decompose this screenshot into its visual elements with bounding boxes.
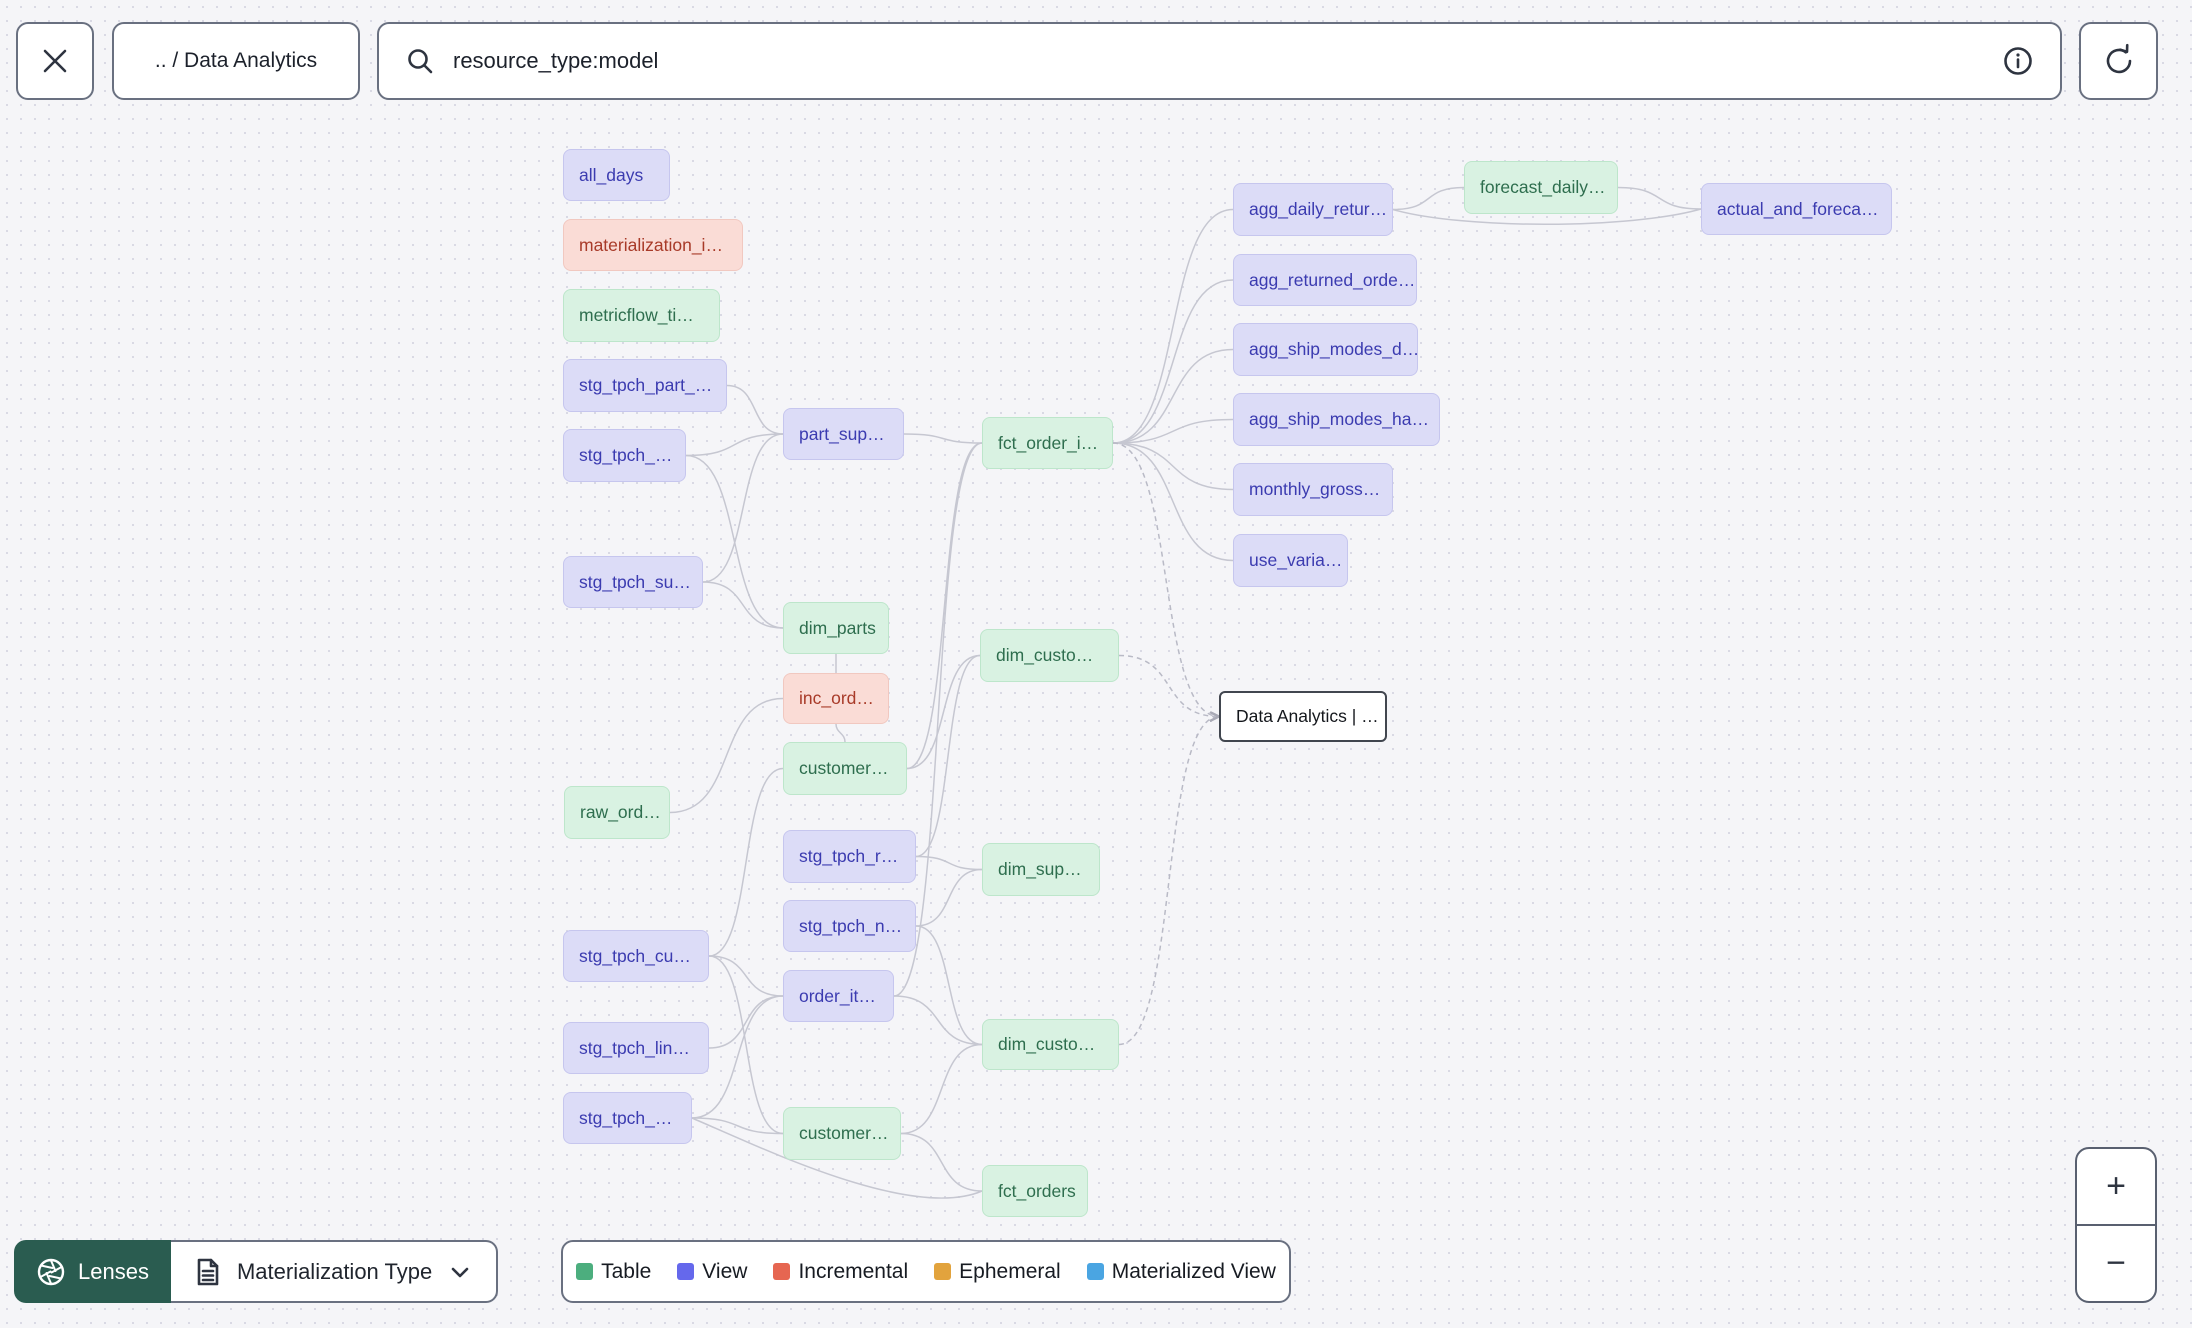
edge-stg_tpch_su-to-dim_parts (702, 581, 784, 629)
legend-swatch (677, 1263, 695, 1280)
graph-node-monthly_gross[interactable]: monthly_gross… (1233, 463, 1393, 516)
graph-node-data_analytics[interactable]: Data Analytics | … (1219, 691, 1387, 742)
graph-node-stg_tpch_lin[interactable]: stg_tpch_lin… (563, 1022, 709, 1074)
graph-node-customer_b[interactable]: customer… (783, 1107, 901, 1160)
graph-node-stg_tpch_n[interactable]: stg_tpch_n… (783, 900, 916, 952)
edge-dim_customers_a-to-data_analytics (1118, 654, 1219, 717)
graph-node-agg_ship_modes_ha[interactable]: agg_ship_modes_ha… (1233, 393, 1440, 446)
lens-selector-dropdown[interactable]: Materialization Type (170, 1240, 499, 1303)
edge-customer_b-to-fct_orders (900, 1132, 983, 1192)
graph-node-agg_daily_returns[interactable]: agg_daily_retur… (1233, 183, 1393, 236)
graph-node-dim_suppliers[interactable]: dim_sup… (982, 843, 1100, 896)
graph-node-stg_tpch_a[interactable]: stg_tpch_… (563, 429, 686, 482)
edge-raw_orders-to-inc_orders (669, 697, 784, 814)
zoom-controls: + − (2075, 1147, 2157, 1303)
graph-node-raw_orders[interactable]: raw_ord… (564, 786, 670, 839)
edge-stg_tpch_part-to-part_sup (726, 384, 784, 435)
graph-node-fct_orders[interactable]: fct_orders (982, 1165, 1088, 1217)
graph-node-metricflow_ti[interactable]: metricflow_ti… (563, 289, 720, 342)
lenses-label: Lenses (78, 1258, 149, 1284)
graph-node-dim_parts[interactable]: dim_parts (783, 602, 889, 654)
graph-node-stg_tpch_su[interactable]: stg_tpch_su… (563, 556, 703, 608)
legend-item-table: Table (576, 1260, 651, 1284)
lens-control: Lenses Materialization Type (14, 1240, 499, 1303)
legend-swatch (1086, 1263, 1104, 1280)
graph-node-forecast_daily[interactable]: forecast_daily… (1464, 161, 1618, 214)
graph-node-stg_tpch_b[interactable]: stg_tpch_… (563, 1092, 692, 1144)
edge-fct_order_items-to-agg_daily_returns (1112, 208, 1234, 444)
edge-fct_order_items-to-agg_returned_orders (1112, 279, 1234, 444)
legend-swatch (576, 1263, 594, 1280)
graph-node-all_days[interactable]: all_days (563, 149, 670, 201)
edge-stg_tpch_r-to-dim_suppliers (915, 855, 983, 871)
edge-stg_tpch_a-to-part_sup (685, 433, 784, 457)
legend-swatch (773, 1263, 791, 1280)
legend-item-ephemeral: Ephemeral (934, 1260, 1061, 1284)
graph-node-actual_and_forecast[interactable]: actual_and_foreca… (1701, 183, 1892, 235)
graph-node-stg_tpch_r[interactable]: stg_tpch_r… (783, 830, 916, 883)
graph-node-agg_ship_modes_d[interactable]: agg_ship_modes_d… (1233, 323, 1418, 376)
edge-stg_tpch_cu-to-order_items (708, 955, 784, 997)
edge-stg_tpch_cu-to-customer_b (708, 955, 784, 1135)
edge-stg_tpch_cu-to-customer_a (708, 767, 784, 957)
graph-node-agg_returned_orders[interactable]: agg_returned_orde… (1233, 254, 1417, 306)
graph-node-dim_customers_b[interactable]: dim_custo… (982, 1019, 1119, 1070)
edge-fct_order_items-to-monthly_gross (1112, 442, 1234, 491)
edge-customer_b-to-dim_customers_b (900, 1043, 983, 1135)
graph-node-part_sup[interactable]: part_sup… (783, 408, 904, 460)
graph-node-inc_orders[interactable]: inc_ord… (783, 673, 889, 724)
edge-inc_orders-to-customer_a (835, 723, 846, 743)
legend-label: Incremental (798, 1259, 909, 1283)
graph-node-fct_order_items[interactable]: fct_order_i… (982, 417, 1113, 469)
edge-customer_a-to-fct_order_items (906, 442, 983, 770)
legend-label: Table (601, 1259, 652, 1283)
materialization-legend: Table View Incremental Ephemeral Materialize… (561, 1240, 1291, 1303)
lenses-aperture-icon (37, 1258, 65, 1285)
legend-item-materialized-view: Materialized View (1086, 1259, 1276, 1284)
edge-dim_customers_b-to-data_analytics (1118, 717, 1219, 1046)
edge-order_items-to-dim_customers_b (893, 995, 983, 1046)
zoom-in-button[interactable]: + (2077, 1149, 2155, 1226)
document-icon (197, 1258, 219, 1285)
edge-customer_a-to-dim_customers_a (906, 654, 981, 770)
edge-fct_order_items-to-use_varia (1112, 442, 1234, 562)
edge-stg_tpch_r-to-dim_customers_a (915, 654, 981, 858)
legend-item-view: View (677, 1260, 747, 1284)
edge-stg_tpch_lin-to-order_items (708, 995, 784, 1049)
edge-fct_order_items-to-data_analytics (1112, 442, 1219, 717)
edge-stg_tpch_su-to-part_sup (702, 433, 784, 583)
graph-node-use_varia[interactable]: use_varia… (1233, 534, 1348, 587)
edge-stg_tpch_n-to-dim_customers_b (915, 925, 983, 1046)
graph-node-stg_tpch_part[interactable]: stg_tpch_part_… (563, 359, 727, 412)
legend-label: Ephemeral (959, 1259, 1061, 1283)
edge-fct_order_items-to-agg_ship_modes_ha (1112, 418, 1234, 444)
graph-node-customer_a[interactable]: customer… (783, 742, 907, 795)
graph-node-dim_customers_a[interactable]: dim_custo… (980, 629, 1119, 682)
legend-label: Materialized View (1111, 1259, 1276, 1283)
lenses-button[interactable]: Lenses (14, 1240, 171, 1303)
edge-agg_daily_returns-to-forecast_daily (1392, 186, 1465, 211)
graph-node-stg_tpch_cu[interactable]: stg_tpch_cu… (563, 930, 709, 982)
legend-label: View (702, 1259, 748, 1283)
legend-swatch (934, 1263, 952, 1280)
chevron-down-icon (451, 1267, 469, 1277)
lens-selector-label: Materialization Type (236, 1258, 433, 1284)
lineage-app: { "header": { "breadcrumb": ".. / Data A… (0, 0, 2192, 1328)
edge-part_sup-to-fct_order_items (903, 433, 983, 444)
graph-node-materialization_i[interactable]: materialization_i… (563, 219, 743, 271)
legend-item-incremental: Incremental (773, 1260, 908, 1284)
edge-forecast_daily-to-actual_and_forecast (1617, 186, 1702, 210)
zoom-out-button[interactable]: − (2077, 1226, 2155, 1301)
graph-node-order_items[interactable]: order_it… (783, 970, 894, 1022)
